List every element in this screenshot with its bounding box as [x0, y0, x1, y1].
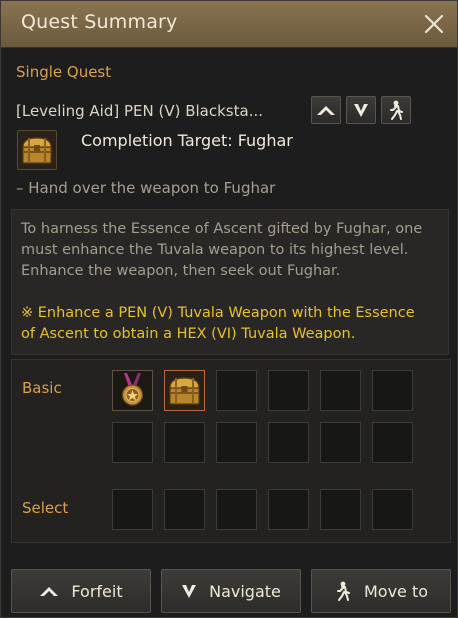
quest-note: ※ Enhance a PEN (V) Tuvala Weapon with t… — [21, 303, 439, 345]
select-slot-empty — [216, 489, 257, 530]
medal-icon — [121, 373, 144, 406]
quest-type: Single Quest — [16, 63, 112, 81]
select-slot-empty — [164, 489, 205, 530]
chevron-up-icon — [39, 584, 59, 598]
quest-description: To harness the Essence of Ascent gifted … — [11, 209, 449, 355]
description-text: To harness the Essence of Ascent gifted … — [21, 219, 439, 282]
reward-slot-empty — [216, 370, 257, 411]
select-slot-empty — [112, 489, 153, 530]
auto-path-button[interactable] — [381, 96, 411, 124]
completion-target: Completion Target: Fughar — [81, 131, 293, 150]
description-line: Enhance the weapon, then seek out Fughar… — [21, 263, 341, 279]
navigate-label: Navigate — [209, 581, 281, 601]
select-slot-empty — [320, 489, 361, 530]
reward-slot-empty — [320, 370, 361, 411]
description-line: must enhance the Tuvala weapon to its hi… — [21, 242, 409, 258]
rewards-panel: Basic Select — [11, 359, 451, 543]
chevron-down-icon — [181, 583, 197, 599]
reward-slot-empty — [268, 422, 309, 463]
reward-slot-empty — [372, 422, 413, 463]
window-title: Quest Summary — [21, 11, 178, 33]
select-rewards-label: Select — [22, 499, 69, 517]
select-slot-empty — [372, 489, 413, 530]
move-down-button[interactable] — [346, 96, 376, 124]
note-line: ※ Enhance a PEN (V) Tuvala Weapon with t… — [21, 305, 415, 321]
walking-person-icon — [390, 100, 403, 120]
forfeit-label: Forfeit — [71, 581, 123, 601]
quest-objective: – Hand over the weapon to Fughar — [16, 179, 276, 197]
reward-slot-empty — [112, 422, 153, 463]
move-to-label: Move to — [363, 581, 429, 601]
title-bar[interactable]: Quest Summary — [1, 1, 457, 48]
forfeit-button[interactable]: Forfeit — [11, 569, 151, 613]
reward-slot-empty — [216, 422, 257, 463]
quest-reward-chest-icon — [17, 130, 57, 170]
basic-rewards-label: Basic — [22, 379, 62, 397]
move-to-button[interactable]: Move to — [311, 569, 451, 613]
note-line: of Ascent to obtain a HEX (VI) Tuvala We… — [21, 326, 356, 342]
reward-slot-medal[interactable] — [112, 370, 153, 411]
chevron-up-icon — [317, 106, 335, 115]
move-up-button[interactable] — [311, 96, 341, 124]
reward-slot-empty — [372, 370, 413, 411]
treasure-chest-icon — [169, 377, 200, 405]
reward-slot-empty — [268, 370, 309, 411]
quest-summary-window: Quest Summary Single Quest [Leveling Aid… — [0, 0, 458, 618]
description-line: To harness the Essence of Ascent gifted … — [21, 221, 423, 237]
close-icon — [424, 14, 444, 34]
navigate-button[interactable]: Navigate — [161, 569, 301, 613]
select-slot-empty — [268, 489, 309, 530]
chevron-down-icon — [354, 104, 368, 117]
quest-name: [Leveling Aid] PEN (V) Blacksta... — [16, 102, 264, 120]
walking-person-icon — [334, 581, 352, 601]
reward-slot-chest[interactable] — [164, 370, 205, 411]
close-button[interactable] — [421, 11, 447, 37]
reward-slot-empty — [164, 422, 205, 463]
reward-slot-empty — [320, 422, 361, 463]
